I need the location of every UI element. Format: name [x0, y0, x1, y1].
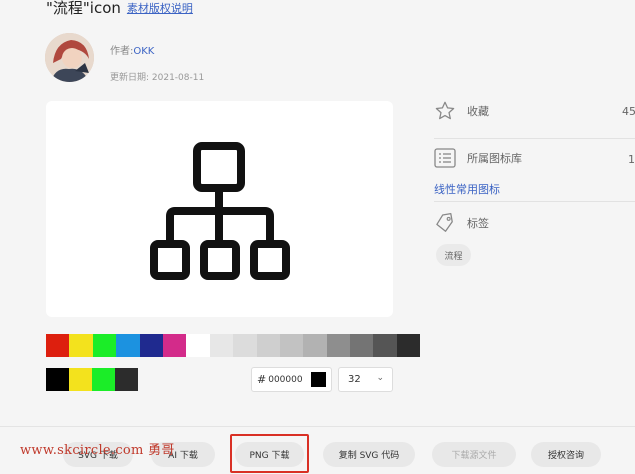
hex-color-input[interactable]: # 000000	[251, 367, 332, 392]
icon-preview	[46, 101, 393, 317]
color-swatch[interactable]	[396, 334, 421, 357]
color-swatch[interactable]	[326, 334, 351, 357]
recent-colors	[46, 368, 138, 391]
license-link[interactable]: 素材版权说明	[127, 2, 193, 15]
color-swatch[interactable]	[279, 334, 304, 357]
color-swatch[interactable]	[115, 368, 138, 391]
page-title: "流程"icon 素材版权说明	[46, 0, 193, 18]
author-link[interactable]: OKK	[133, 46, 154, 57]
color-swatch[interactable]	[256, 334, 280, 357]
png-download-highlight	[230, 434, 309, 473]
hash-symbol: #	[257, 373, 267, 386]
color-swatch[interactable]	[69, 368, 92, 391]
color-swatch[interactable]	[373, 334, 397, 357]
divider	[434, 138, 635, 139]
color-swatch[interactable]	[186, 334, 210, 357]
copy-svg-code-button[interactable]: 复制 SVG 代码	[323, 442, 415, 467]
watermark: www.skcircle.com 勇哥	[20, 443, 175, 458]
flowchart-icon	[150, 142, 290, 280]
license-consult-button[interactable]: 授权咨询	[531, 442, 601, 467]
library-label: 所属图标库	[467, 152, 522, 165]
footer-divider	[0, 426, 635, 427]
size-value: 32	[348, 374, 361, 385]
color-swatch[interactable]	[350, 334, 374, 357]
tags-row: 标签	[434, 212, 489, 234]
favorite-count: 45	[622, 105, 635, 118]
author-line: 作者:OKK	[110, 42, 154, 57]
star-icon	[435, 101, 455, 120]
color-swatch[interactable]	[139, 334, 163, 357]
favorite-label: 收藏	[467, 105, 489, 118]
color-swatch[interactable]	[303, 334, 327, 357]
hex-value: 000000	[268, 374, 303, 385]
color-swatch[interactable]	[162, 334, 187, 357]
divider	[434, 201, 635, 202]
tag-chip[interactable]: 流程	[436, 244, 471, 266]
updated-date: 更新日期: 2021-08-11	[110, 73, 205, 83]
download-source-button[interactable]: 下载源文件	[432, 442, 516, 467]
color-swatch[interactable]	[116, 334, 140, 357]
favorite-button[interactable]: 收藏	[434, 100, 489, 122]
color-swatch[interactable]	[92, 334, 117, 357]
color-swatch[interactable]	[69, 334, 93, 357]
tags-label: 标签	[467, 217, 489, 230]
current-color-swatch[interactable]	[311, 372, 326, 387]
library-count: 1	[628, 153, 635, 166]
library-row: 所属图标库	[434, 148, 522, 168]
color-swatch[interactable]	[233, 334, 257, 357]
color-swatch[interactable]	[46, 368, 69, 391]
chevron-down-icon: ⌄	[376, 373, 384, 383]
tag-icon	[436, 212, 453, 232]
size-select[interactable]: 32 ⌄	[338, 367, 393, 392]
library-link[interactable]: 线性常用图标	[434, 181, 500, 197]
author-label: 作者:	[110, 46, 134, 57]
icon-title: "流程"icon	[46, 0, 121, 17]
avatar[interactable]	[45, 33, 94, 82]
color-swatch[interactable]	[46, 334, 70, 357]
library-list-icon	[434, 148, 456, 168]
color-palette	[46, 334, 421, 357]
color-swatch[interactable]	[92, 368, 115, 391]
color-swatch[interactable]	[209, 334, 234, 357]
